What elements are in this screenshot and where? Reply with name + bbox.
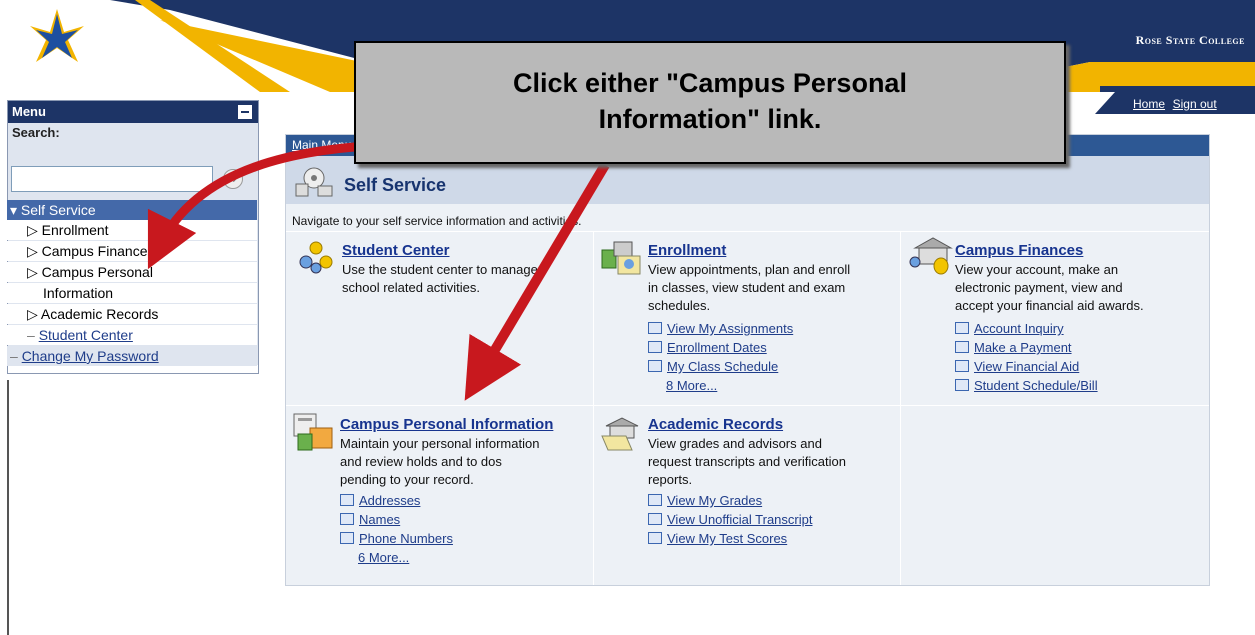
menu-item-change-password[interactable]: – Change My Password — [7, 346, 257, 366]
list-icon — [648, 494, 662, 506]
top-nav: Home Sign out — [1095, 92, 1255, 114]
campus-personal-desc-3: pending to your record. — [340, 472, 474, 487]
enrollment-dates-link[interactable]: Enrollment Dates — [648, 340, 767, 355]
callout-line-1: Click either "Campus Personal — [513, 68, 907, 98]
self-service-icon — [295, 167, 333, 197]
menu-item-label: ▷ Campus Personal — [27, 264, 153, 280]
menu-item-label: ▷ Academic Records — [27, 306, 159, 322]
list-icon — [340, 494, 354, 506]
campus-personal-more-link[interactable]: 6 More... — [358, 550, 409, 565]
menu-item-label: ▷ Enrollment — [27, 222, 109, 238]
menu-item-enrollment[interactable]: ▷ Enrollment — [7, 220, 257, 240]
student-center-title-link[interactable]: Student Center — [342, 242, 450, 259]
student-schedule-bill-link[interactable]: Student Schedule/Bill — [955, 378, 1098, 393]
academic-records-desc-2: request transcripts and verification — [648, 454, 846, 469]
view-my-assignments-link[interactable]: View My Assignments — [648, 321, 793, 336]
list-icon — [340, 513, 354, 525]
menu-item-campus-finances[interactable]: ▷ Campus Finances — [7, 241, 257, 261]
list-icon — [955, 341, 969, 353]
callout-text: Click either "Campus Personal Informatio… — [356, 65, 1064, 137]
list-icon — [648, 532, 662, 544]
breadcrumb[interactable]: Main Menu — [292, 138, 351, 152]
instruction-callout: Click either "Campus Personal Informatio… — [354, 41, 1066, 164]
campus-personal-info-title-link[interactable]: Campus Personal Information — [340, 416, 553, 433]
enrollment-title-link[interactable]: Enrollment — [648, 242, 726, 259]
list-icon — [648, 341, 662, 353]
campus-personal-desc-1: Maintain your personal information — [340, 436, 540, 451]
campus-finances-icon — [909, 237, 953, 275]
list-icon — [648, 513, 662, 525]
enrollment-more-link[interactable]: 8 More... — [666, 378, 717, 393]
college-name: Rose State College — [1135, 33, 1245, 47]
menu-item-student-center[interactable]: – Student Center — [7, 325, 257, 345]
enrollment-desc-2: in classes, view student and exam — [648, 280, 846, 295]
left-border-line — [7, 380, 9, 635]
list-icon — [648, 360, 662, 372]
academic-records-icon — [601, 417, 639, 451]
search-input[interactable] — [11, 166, 213, 192]
phone-numbers-link[interactable]: Phone Numbers — [340, 531, 453, 546]
enrollment-cell: Enrollment View appointments, plan and e… — [594, 232, 900, 405]
academic-records-desc-3: reports. — [648, 472, 693, 487]
list-icon — [955, 379, 969, 391]
enrollment-icon — [601, 241, 641, 275]
enrollment-desc-1: View appointments, plan and enroll — [648, 262, 851, 277]
content-panel: Main Menu Self Service Navigate to your … — [285, 134, 1210, 586]
student-center-cell: Student Center Use the student center to… — [286, 232, 593, 405]
list-icon — [340, 532, 354, 544]
menu-header: Menu — [8, 101, 258, 123]
empty-cell — [901, 406, 1209, 585]
student-center-desc-2: school related activities. — [342, 280, 481, 295]
view-financial-aid-link[interactable]: View Financial Aid — [955, 359, 1079, 374]
make-a-payment-link[interactable]: Make a Payment — [955, 340, 1072, 355]
search-label: Search: — [12, 125, 60, 140]
menu-item-self-service[interactable]: ▾ Self Service — [7, 200, 257, 220]
enrollment-desc-3: schedules. — [648, 298, 711, 313]
search-go-icon[interactable]: » — [223, 169, 243, 189]
view-my-test-scores-link[interactable]: View My Test Scores — [648, 531, 787, 546]
home-link[interactable]: Home — [1133, 97, 1165, 111]
menu-item-label: ▷ Campus Finances — [27, 243, 155, 259]
addresses-link[interactable]: Addresses — [340, 493, 420, 508]
menu-item-academic-records[interactable]: ▷ Academic Records — [7, 304, 257, 324]
names-link[interactable]: Names — [340, 512, 400, 527]
campus-finances-desc-2: electronic payment, view and — [955, 280, 1123, 295]
academic-records-desc-1: View grades and advisors and — [648, 436, 822, 451]
account-inquiry-link[interactable]: Account Inquiry — [955, 321, 1064, 336]
academic-records-cell: Academic Records View grades and advisor… — [594, 406, 900, 585]
menu-title: Menu — [12, 104, 46, 119]
list-icon — [648, 322, 662, 334]
menu-item-campus-personal-info[interactable]: ▷ Campus Personal — [7, 262, 257, 282]
view-unofficial-transcript-link[interactable]: View Unofficial Transcript — [648, 512, 812, 527]
campus-finances-cell: Campus Finances View your account, make … — [901, 232, 1209, 405]
my-class-schedule-link[interactable]: My Class Schedule — [648, 359, 778, 374]
campus-finances-desc-3: accept your financial aid awards. — [955, 298, 1144, 313]
student-center-link[interactable]: Student Center — [39, 327, 133, 343]
campus-personal-info-icon — [293, 413, 333, 451]
student-center-desc-1: Use the student center to manage — [342, 262, 538, 277]
menu-item-campus-personal-info-cont[interactable]: Information — [7, 283, 257, 303]
college-logo — [22, 4, 92, 74]
campus-personal-info-cell: Campus Personal Information Maintain you… — [286, 406, 593, 585]
menu-item-label: ▾ Self Service — [10, 202, 96, 218]
campus-finances-title-link[interactable]: Campus Finances — [955, 242, 1083, 259]
view-my-grades-link[interactable]: View My Grades — [648, 493, 762, 508]
change-password-link[interactable]: Change My Password — [22, 348, 159, 364]
student-center-icon — [299, 241, 333, 274]
signout-link[interactable]: Sign out — [1173, 97, 1217, 111]
section-title: Self Service — [344, 175, 447, 195]
campus-finances-desc-1: View your account, make an — [955, 262, 1119, 277]
section-description: Navigate to your self service informatio… — [292, 214, 582, 228]
callout-line-2: Information" link. — [598, 104, 822, 134]
menu-item-label: Information — [43, 285, 114, 301]
campus-personal-desc-2: and review holds and to dos — [340, 454, 502, 469]
academic-records-title-link[interactable]: Academic Records — [648, 416, 783, 433]
list-icon — [955, 360, 969, 372]
collapse-icon[interactable] — [238, 105, 252, 119]
list-icon — [955, 322, 969, 334]
